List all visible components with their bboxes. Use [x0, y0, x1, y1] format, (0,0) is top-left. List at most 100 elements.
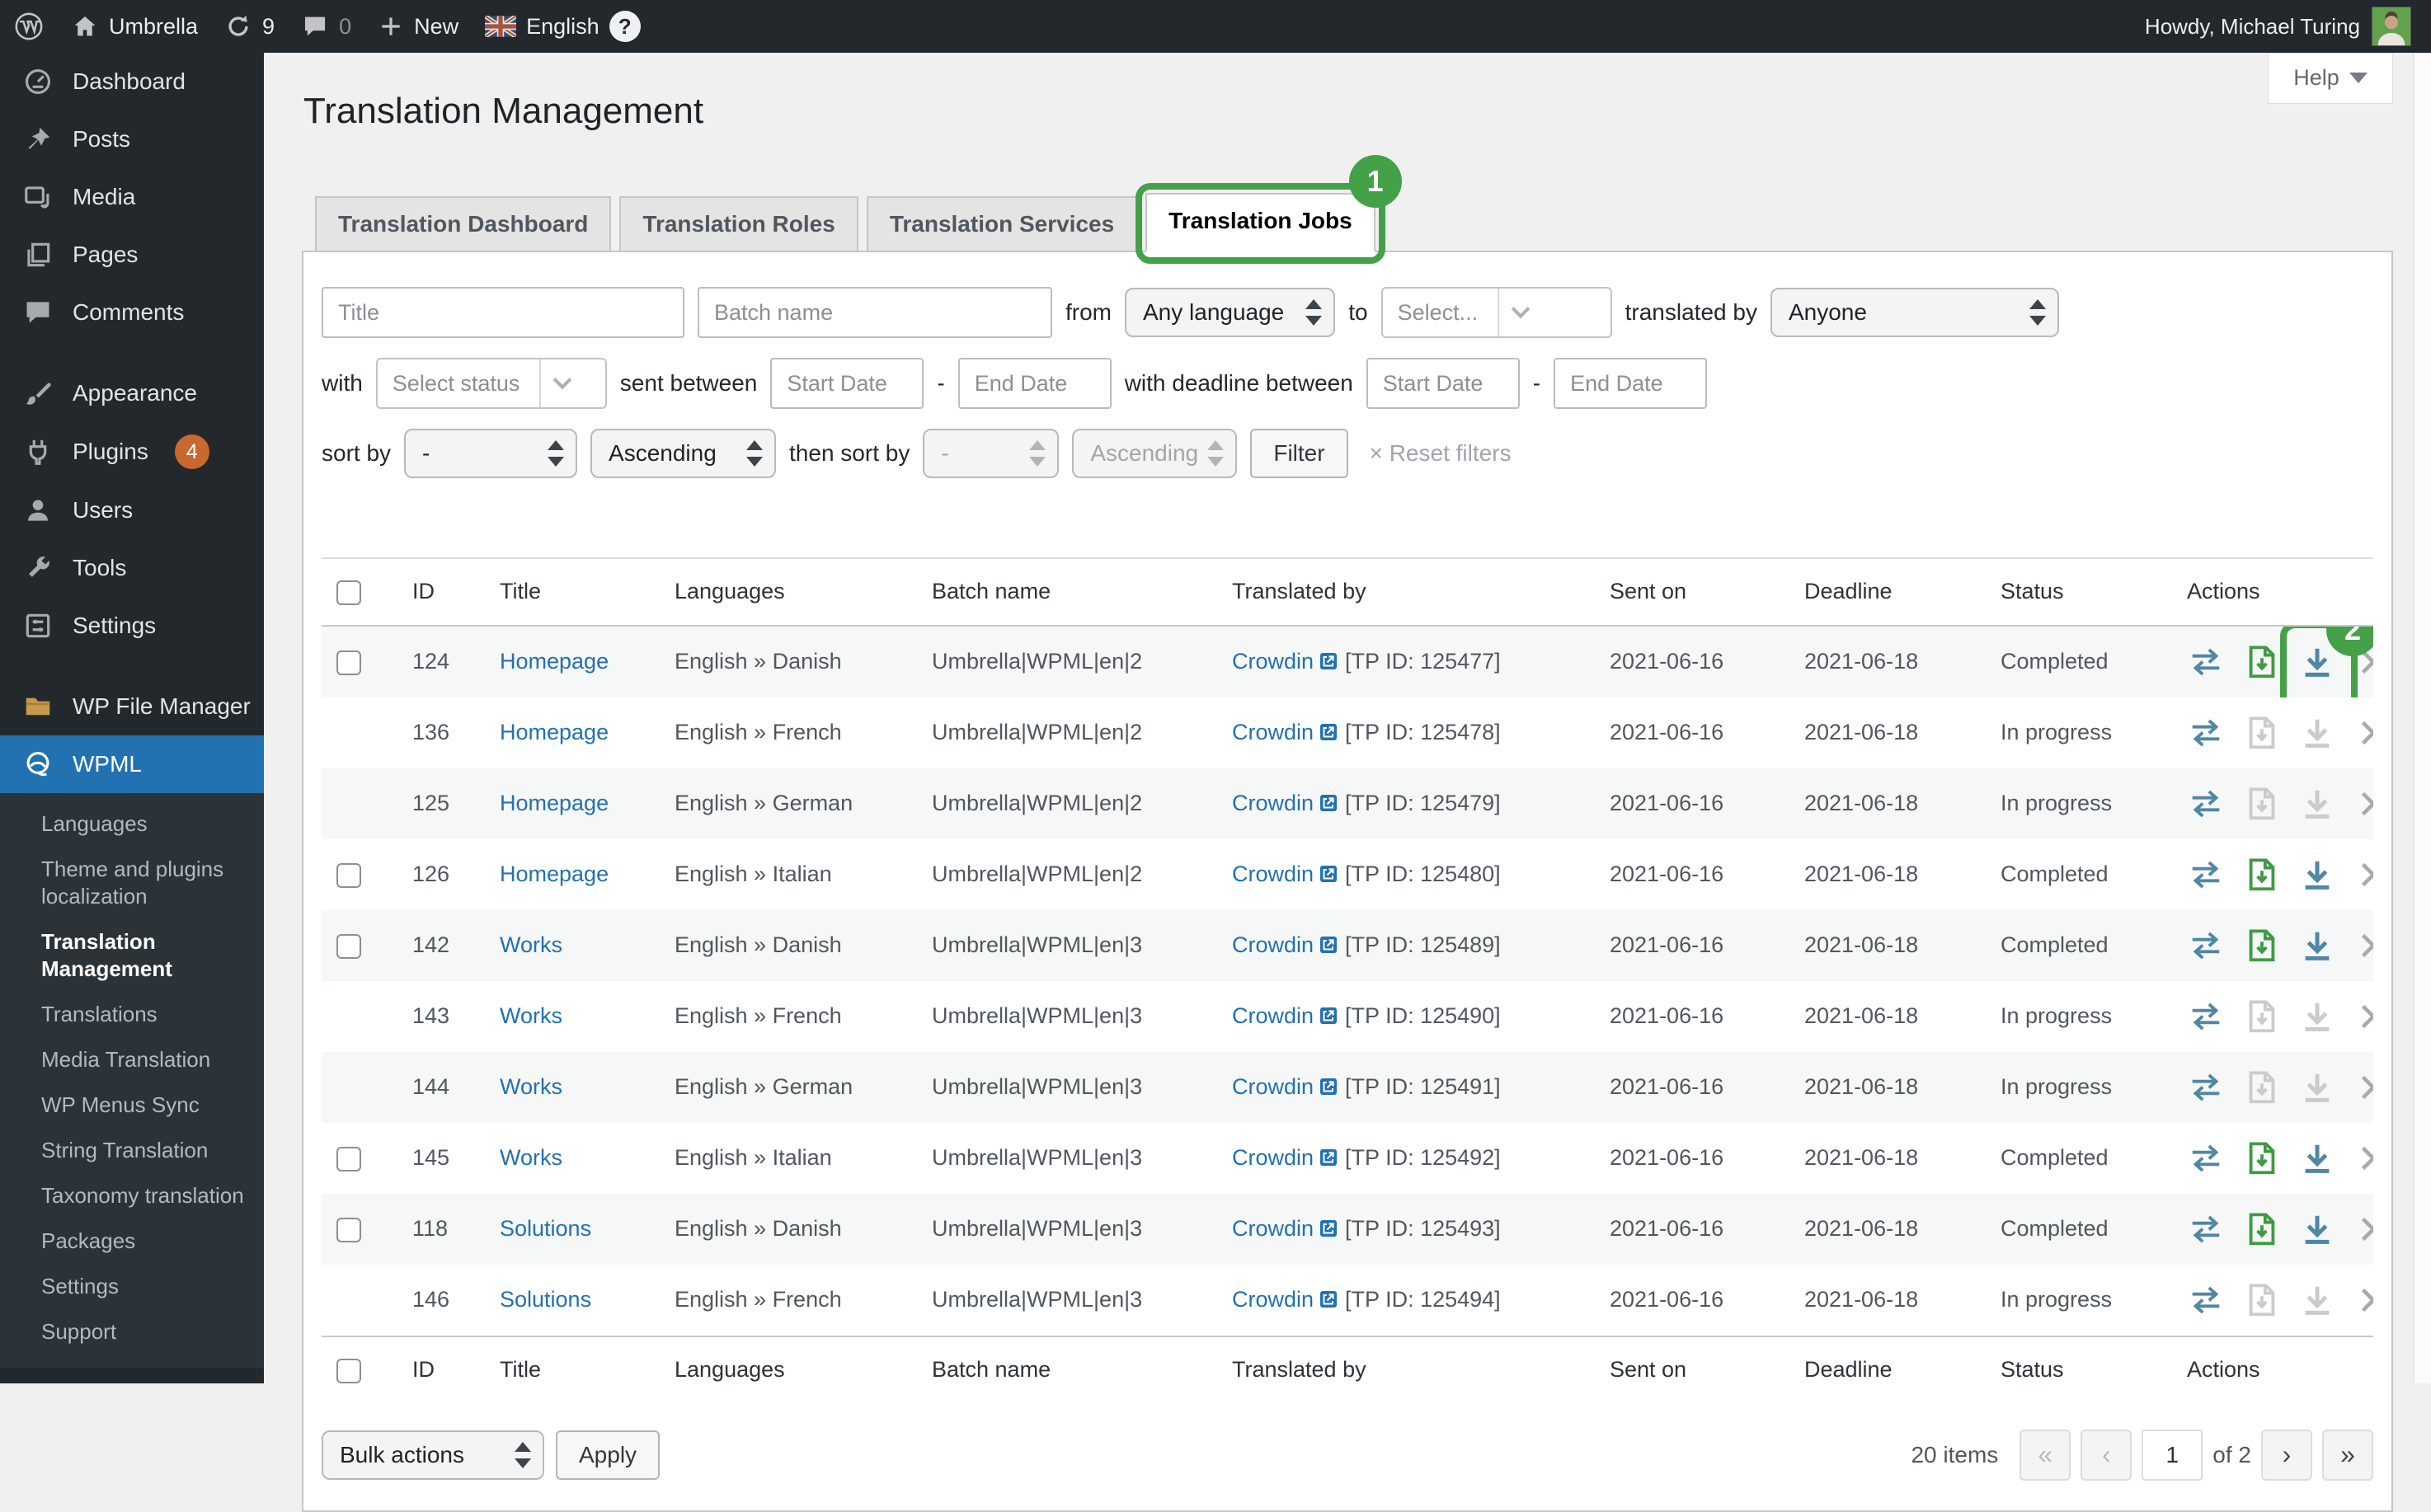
- wpml-submenu-item[interactable]: Support: [0, 1309, 264, 1355]
- download-xliff-icon[interactable]: [2243, 643, 2281, 681]
- pagination-current-page[interactable]: 1: [2142, 1430, 2203, 1481]
- help-button[interactable]: Help: [2268, 53, 2393, 104]
- language-switcher-menu[interactable]: English: [472, 0, 654, 53]
- howdy-text[interactable]: Howdy, Michael Turing: [2145, 14, 2360, 40]
- sent-start-date-input[interactable]: [770, 358, 924, 409]
- batch-name-filter-input[interactable]: [698, 287, 1052, 338]
- new-content-menu[interactable]: New: [364, 0, 472, 53]
- download-xliff-icon[interactable]: [2243, 927, 2281, 965]
- tab-translation-services[interactable]: Translation Services: [867, 196, 1137, 252]
- job-title-link[interactable]: Works: [500, 932, 562, 957]
- job-title-link[interactable]: Solutions: [500, 1287, 591, 1312]
- translator-link[interactable]: Crowdin: [1232, 862, 1314, 886]
- sidebar-item-appearance[interactable]: Appearance: [0, 364, 264, 422]
- row-checkbox[interactable]: [336, 1147, 361, 1172]
- row-checkbox[interactable]: [336, 650, 361, 675]
- wpml-submenu-item[interactable]: Packages: [0, 1219, 264, 1264]
- translator-link[interactable]: Crowdin: [1232, 1145, 1314, 1170]
- sidebar-item-comments[interactable]: Comments: [0, 284, 264, 341]
- help-circle-icon[interactable]: [609, 11, 641, 42]
- sync-translation-icon[interactable]: [2187, 927, 2225, 965]
- title-filter-input[interactable]: [322, 287, 684, 338]
- wpml-submenu-item[interactable]: Translations: [0, 992, 264, 1037]
- translator-link[interactable]: Crowdin: [1232, 791, 1314, 815]
- scrollbar-track[interactable]: [2413, 53, 2431, 1383]
- pagination-next-button[interactable]: ›: [2261, 1430, 2312, 1481]
- translator-link[interactable]: Crowdin: [1232, 649, 1314, 674]
- row-checkbox[interactable]: [336, 863, 361, 888]
- wpml-submenu-item[interactable]: Translation Management: [0, 919, 264, 992]
- sidebar-item-users[interactable]: Users: [0, 481, 264, 539]
- status-select[interactable]: Select status: [376, 358, 607, 409]
- download-translation-icon[interactable]: [2298, 1210, 2336, 1248]
- row-checkbox[interactable]: [336, 1218, 361, 1242]
- wpml-submenu-item[interactable]: Theme and plugins localization: [0, 847, 264, 919]
- download-translation-icon[interactable]: 2: [2298, 643, 2336, 681]
- sync-translation-icon[interactable]: [2187, 856, 2225, 894]
- cancel-job-icon[interactable]: [2354, 1139, 2373, 1177]
- download-translation-icon[interactable]: [2298, 714, 2336, 752]
- tab-translation-dashboard[interactable]: Translation Dashboard: [315, 196, 611, 252]
- sidebar-item-plugins[interactable]: Plugins 4: [0, 422, 264, 481]
- sidebar-item-pages[interactable]: Pages: [0, 226, 264, 284]
- sidebar-item-media[interactable]: Media: [0, 168, 264, 226]
- tab-translation-roles[interactable]: Translation Roles: [619, 196, 858, 252]
- sync-translation-icon[interactable]: [2187, 714, 2225, 752]
- sidebar-item-wpml[interactable]: WPML: [0, 735, 264, 793]
- sync-translation-icon[interactable]: [2187, 1210, 2225, 1248]
- sync-translation-icon[interactable]: [2187, 1068, 2225, 1106]
- download-xliff-icon[interactable]: [2243, 714, 2281, 752]
- cancel-job-icon[interactable]: [2354, 1210, 2373, 1248]
- download-xliff-icon[interactable]: [2243, 1210, 2281, 1248]
- job-title-link[interactable]: Homepage: [500, 791, 609, 815]
- job-title-link[interactable]: Works: [500, 1145, 562, 1170]
- sync-translation-icon[interactable]: [2187, 643, 2225, 681]
- site-name-menu[interactable]: Umbrella: [58, 0, 211, 53]
- cancel-job-icon[interactable]: [2354, 998, 2373, 1035]
- comments-menu[interactable]: 0: [288, 0, 364, 53]
- job-title-link[interactable]: Homepage: [500, 720, 609, 744]
- cancel-job-icon[interactable]: [2354, 1068, 2373, 1106]
- sync-translation-icon[interactable]: [2187, 1139, 2225, 1177]
- wpml-submenu-item[interactable]: String Translation: [0, 1128, 264, 1173]
- tab-translation-jobs[interactable]: Translation Jobs: [1145, 193, 1375, 252]
- translator-link[interactable]: Crowdin: [1232, 1003, 1314, 1028]
- job-title-link[interactable]: Homepage: [500, 649, 609, 674]
- download-xliff-icon[interactable]: [2243, 785, 2281, 823]
- job-title-link[interactable]: Homepage: [500, 862, 609, 886]
- sidebar-item-settings[interactable]: Settings: [0, 597, 264, 655]
- download-xliff-icon[interactable]: [2243, 1068, 2281, 1106]
- download-translation-icon[interactable]: [2298, 998, 2336, 1035]
- pagination-last-button[interactable]: »: [2322, 1430, 2373, 1481]
- select-all-checkbox[interactable]: [336, 1359, 361, 1383]
- cancel-job-icon[interactable]: [2354, 1281, 2373, 1319]
- wpml-submenu-item[interactable]: Taxonomy translation: [0, 1173, 264, 1219]
- cancel-job-icon[interactable]: [2354, 785, 2373, 823]
- apply-button[interactable]: Apply: [556, 1430, 660, 1480]
- sent-end-date-input[interactable]: [958, 358, 1112, 409]
- filter-button[interactable]: Filter: [1250, 429, 1347, 478]
- download-translation-icon[interactable]: [2298, 856, 2336, 894]
- cancel-job-icon[interactable]: [2354, 856, 2373, 894]
- to-language-select[interactable]: Select...: [1381, 287, 1612, 338]
- download-translation-icon[interactable]: [2298, 785, 2336, 823]
- download-translation-icon[interactable]: [2298, 1068, 2336, 1106]
- download-xliff-icon[interactable]: [2243, 1281, 2281, 1319]
- updates-menu[interactable]: 9: [211, 0, 288, 53]
- download-xliff-icon[interactable]: [2243, 856, 2281, 894]
- select-all-checkbox[interactable]: [336, 580, 361, 605]
- row-checkbox[interactable]: [336, 934, 361, 959]
- deadline-end-date-input[interactable]: [1554, 358, 1707, 409]
- deadline-start-date-input[interactable]: [1366, 358, 1520, 409]
- cancel-job-icon[interactable]: [2354, 714, 2373, 752]
- avatar[interactable]: [2372, 7, 2411, 46]
- download-translation-icon[interactable]: [2298, 1281, 2336, 1319]
- translated-by-select[interactable]: Anyone: [1770, 288, 2059, 337]
- bulk-actions-select[interactable]: Bulk actions: [322, 1430, 544, 1480]
- translator-link[interactable]: Crowdin: [1232, 1216, 1314, 1241]
- then-sort-order-select[interactable]: Ascending: [1072, 429, 1237, 478]
- sidebar-item-posts[interactable]: Posts: [0, 110, 264, 168]
- sort-by-select[interactable]: -: [404, 429, 577, 478]
- download-xliff-icon[interactable]: [2243, 1139, 2281, 1177]
- sidebar-item-dashboard[interactable]: Dashboard: [0, 53, 264, 110]
